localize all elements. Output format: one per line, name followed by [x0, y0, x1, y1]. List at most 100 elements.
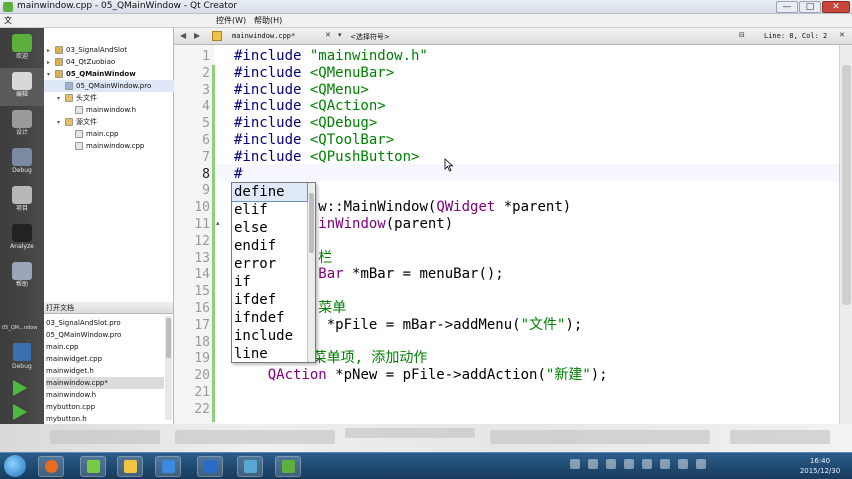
code-line[interactable]: //添加菜单项, 添加动作 [234, 350, 834, 367]
autocomplete-item[interactable]: if [232, 273, 307, 291]
target-selector-icon[interactable] [13, 343, 31, 361]
tray-icon[interactable] [696, 459, 706, 469]
project-tree-item[interactable]: ▾ 05_QMainWindow [44, 68, 174, 80]
split-icon[interactable]: ⊟ [739, 31, 745, 39]
back-icon[interactable]: ◀ [180, 31, 186, 40]
autocomplete-item[interactable]: else [232, 219, 307, 237]
code-line[interactable]: #include <QMenuBar> [234, 65, 834, 82]
code-line[interactable]: #include <QToolBar> [234, 132, 834, 149]
tray-icon[interactable] [660, 459, 670, 469]
autocomplete-item[interactable]: error [232, 255, 307, 273]
taskbar-app-word[interactable] [197, 456, 223, 477]
project-tree-item[interactable]: main.cpp [44, 128, 174, 140]
debug-run-icon[interactable] [13, 404, 27, 420]
tray-icon[interactable] [588, 459, 598, 469]
code-line[interactable] [234, 401, 834, 418]
open-document-item[interactable]: mybutton.h [46, 413, 164, 424]
code-line[interactable]: 菜单 [234, 300, 834, 317]
open-document-item[interactable]: mainwidget.cpp [46, 353, 164, 365]
open-file-combo[interactable]: mainwindow.cpp* [232, 32, 295, 40]
code-line[interactable] [234, 233, 834, 250]
fold-marker-icon[interactable]: ▴ [216, 219, 220, 227]
scrollbar-thumb[interactable] [842, 65, 851, 305]
start-button-icon[interactable] [4, 455, 26, 477]
autocomplete-item[interactable]: elif [232, 201, 307, 219]
mode-debug[interactable]: Debug [0, 144, 44, 182]
taskbar-clock[interactable]: 16:40 2015/12/30 [795, 456, 845, 476]
code-line[interactable]: w::MainWindow(QWidget *parent) [234, 199, 834, 216]
code-line[interactable]: 栏 [234, 250, 834, 267]
minimize-button[interactable]: — [776, 1, 798, 13]
scrollbar-thumb[interactable] [166, 318, 171, 358]
project-tree-item[interactable]: ▸ 04_QtZuobiao [44, 56, 174, 68]
tray-icon[interactable] [678, 459, 688, 469]
tray-icon[interactable] [606, 459, 616, 469]
tray-icon[interactable] [570, 459, 580, 469]
autocomplete-item[interactable]: ifdef [232, 291, 307, 309]
editor-scrollbar[interactable] [839, 45, 852, 432]
open-document-item[interactable]: 03_SignalAndSlot.pro [46, 317, 164, 329]
open-document-item[interactable]: mainwindow.cpp* [46, 377, 164, 389]
taskbar-app-6[interactable] [237, 456, 263, 477]
mode-design[interactable]: 设计 [0, 106, 44, 144]
project-tree-item[interactable]: mainwindow.cpp [44, 140, 174, 152]
project-tree-item[interactable]: ▾ 源文件 [44, 116, 174, 128]
scrollbar-thumb[interactable] [309, 193, 314, 253]
code-line[interactable]: #include "mainwindow.h" [234, 48, 834, 65]
mode-projects[interactable]: 项目 [0, 182, 44, 220]
project-tree-item[interactable]: ▾ 头文件 [44, 92, 174, 104]
code-line[interactable] [234, 283, 834, 300]
autocomplete-item[interactable]: define [232, 183, 308, 202]
project-tree-label: 03_SignalAndSlot [66, 46, 127, 54]
autocomplete-item[interactable]: ifndef [232, 309, 307, 327]
autocomplete-scrollbar[interactable] [307, 183, 315, 362]
code-line[interactable]: # [234, 166, 834, 183]
autocomplete-item[interactable]: endif [232, 237, 307, 255]
mode-help[interactable]: 帮助 [0, 258, 44, 296]
code-line[interactable]: QAction *pNew = pFile->addAction("新建"); [234, 367, 834, 384]
menu-controls[interactable]: 控件(W) [216, 15, 246, 26]
tray-icon[interactable] [624, 459, 634, 469]
taskbar-app-explorer[interactable] [117, 456, 143, 477]
open-document-item[interactable]: mainwidget.h [46, 365, 164, 377]
menu-help[interactable]: 帮助(H) [254, 15, 282, 26]
system-tray [570, 459, 706, 473]
code-line[interactable] [234, 384, 834, 401]
close-editor-button[interactable]: ✕ [839, 31, 845, 39]
open-document-item[interactable]: mainwindow.h [46, 389, 164, 401]
code-line[interactable]: Bar *mBar = menuBar(); [234, 266, 834, 283]
autocomplete-item[interactable]: line [232, 345, 307, 362]
maximize-button[interactable]: □ [799, 1, 821, 13]
symbol-selector[interactable]: <选择符号> [350, 32, 390, 42]
chevron-down-icon[interactable]: ▾ [338, 31, 342, 39]
close-document-button[interactable]: ✕ [325, 31, 331, 39]
project-tree-item[interactable]: ▸ 03_SignalAndSlot [44, 44, 174, 56]
code-line[interactable]: #include <QMenu> [234, 82, 834, 99]
forward-icon[interactable]: ▶ [194, 31, 200, 40]
open-document-item[interactable]: main.cpp [46, 341, 164, 353]
open-documents-scrollbar[interactable] [165, 316, 172, 420]
code-line[interactable]: *pFile = mBar->addMenu("文件"); [234, 317, 834, 334]
project-tree-item[interactable]: 05_QMainWindow.pro [44, 80, 174, 92]
code-line[interactable] [234, 182, 834, 199]
open-document-item[interactable]: 05_QMainWindow.pro [46, 329, 164, 341]
menu-file-fragment[interactable]: 文 [4, 15, 12, 26]
mode-edit[interactable]: 编辑 [0, 68, 44, 106]
taskbar-app-qtcreator[interactable] [275, 456, 301, 477]
project-tree-item[interactable]: mainwindow.h [44, 104, 174, 116]
close-button[interactable]: ✕ [822, 1, 850, 13]
code-line[interactable]: #include <QPushButton> [234, 149, 834, 166]
mode-welcome[interactable]: 欢迎 [0, 30, 44, 68]
taskbar-app-4[interactable] [155, 456, 181, 477]
tray-icon[interactable] [642, 459, 652, 469]
taskbar-app-media[interactable] [80, 456, 106, 477]
code-line[interactable]: #include <QAction> [234, 98, 834, 115]
open-document-item[interactable]: mybutton.cpp [46, 401, 164, 413]
code-line[interactable] [234, 334, 834, 351]
mode-analyze[interactable]: Analyze [0, 220, 44, 258]
autocomplete-item[interactable]: include [232, 327, 307, 345]
taskbar-app-browser[interactable] [38, 456, 64, 477]
run-icon[interactable] [13, 380, 27, 396]
code-line[interactable]: inWindow(parent) [234, 216, 834, 233]
code-line[interactable]: #include <QDebug> [234, 115, 834, 132]
